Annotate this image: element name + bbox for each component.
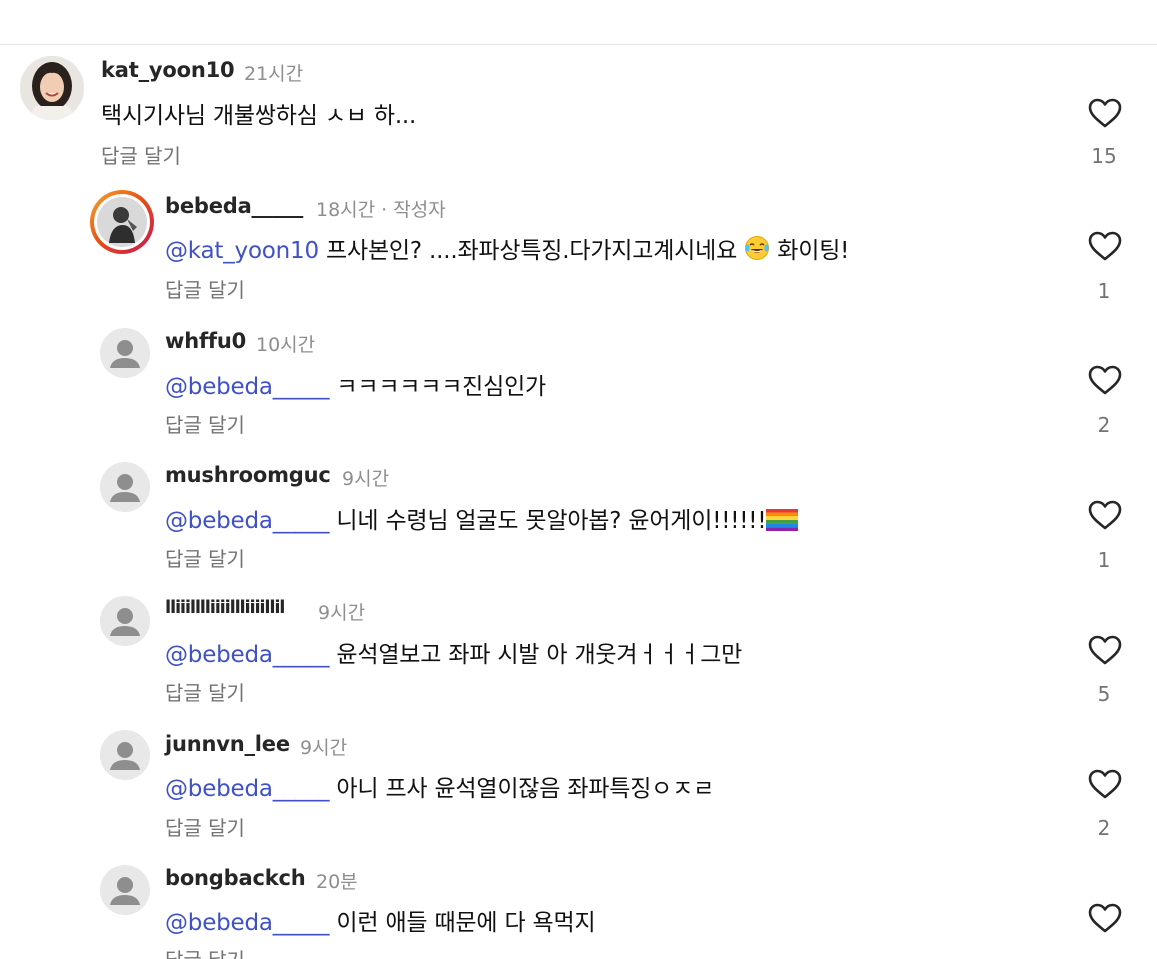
heart-icon[interactable] (1088, 500, 1122, 530)
mention-link[interactable]: @bebeda_____ (165, 910, 329, 936)
avatar[interactable] (100, 462, 150, 512)
heart-icon[interactable] (1088, 769, 1122, 799)
comment-text-part: 이런 애들 때문에 다 욕먹지 (329, 910, 596, 936)
mention-link[interactable]: @kat_yoon10 (165, 238, 319, 264)
default-avatar-icon (100, 730, 150, 780)
reply-item: mushroomguc 9시간 @bebeda_____ 니네 수령님 얼굴도 … (0, 459, 1157, 579)
comment-username[interactable]: lliiilllliiiillliiiillil (165, 597, 285, 618)
comment-time: 18시간 (316, 199, 376, 221)
avatar[interactable] (100, 730, 150, 780)
comment-text: 택시기사님 개불쌍하심 ㅅㅂ 하... (101, 103, 417, 129)
comment-item: kat_yoon10 21시간 택시기사님 개불쌍하심 ㅅㅂ 하... 답글 달… (0, 56, 1157, 176)
avatar[interactable] (100, 596, 150, 646)
comment-text: @bebeda_____ 이런 애들 때문에 다 욕먹지 (165, 903, 596, 937)
top-divider (0, 44, 1157, 45)
heart-icon[interactable] (1088, 635, 1122, 665)
comment-text-part: 윤석열보고 좌파 시발 아 개웃겨ㅓㅓㅓ그만 (329, 642, 743, 668)
comment-text: @bebeda_____ ㅋㅋㅋㅋㅋㅋ진심인가 (165, 367, 546, 401)
avatar[interactable] (100, 865, 150, 915)
like-count: 2 (1097, 816, 1111, 840)
reply-button[interactable]: 답글 달기 (101, 140, 181, 169)
comment-text-part: 아니 프사 윤석열이잖음 좌파특징ㅇㅈㄹ (329, 776, 715, 802)
avatar[interactable] (20, 56, 84, 120)
heart-icon[interactable] (1088, 365, 1122, 395)
avatar[interactable] (100, 328, 150, 378)
reply-button[interactable]: 답글 달기 (165, 543, 245, 572)
rainbow-flag-emoji (766, 509, 799, 537)
reply-item: bongbackch 20분 @bebeda_____ 이런 애들 때문에 다 … (0, 862, 1157, 959)
comment-text: @bebeda_____ 윤석열보고 좌파 시발 아 개웃겨ㅓㅓㅓ그만 (165, 635, 742, 669)
default-avatar-icon (100, 596, 150, 646)
default-avatar-icon (100, 328, 150, 378)
comment-username[interactable]: mushroomguc (165, 463, 331, 487)
comment-time: 9시간 (318, 602, 366, 624)
comment-text: @bebeda_____ 아니 프사 윤석열이잖음 좌파특징ㅇㅈㄹ (165, 769, 714, 803)
reply-button[interactable]: 답글 달기 (165, 944, 245, 959)
comment-username[interactable]: junnvn_lee (165, 732, 290, 756)
comment-time: 9시간 (300, 737, 348, 759)
comment-username[interactable]: bongbackch (165, 866, 306, 890)
tears-of-joy-emoji (744, 235, 770, 267)
heart-icon[interactable] (1088, 231, 1122, 261)
reply-button[interactable]: 답글 달기 (165, 677, 245, 706)
comment-username[interactable]: bebeda_____ (165, 194, 303, 218)
comment-time-and-author: 18시간 · 작성자 (316, 195, 446, 222)
comment-username[interactable]: whffu0 (165, 329, 246, 353)
comment-time: 9시간 (342, 468, 390, 490)
comment-time: 10시간 (256, 334, 316, 356)
comment-text-part: ㅋㅋㅋㅋㅋㅋ진심인가 (329, 374, 547, 400)
reply-item: lliiilllliiiillliiiillil 9시간 @bebeda____… (0, 593, 1157, 713)
comment-time: 20분 (316, 871, 358, 893)
like-count: 15 (1091, 144, 1117, 168)
reply-button[interactable]: 답글 달기 (165, 274, 245, 303)
mention-link[interactable]: @bebeda_____ (165, 642, 329, 668)
comment-text-end: 화이팅! (770, 238, 850, 264)
like-count: 5 (1097, 682, 1111, 706)
like-count: 1 (1097, 548, 1111, 572)
reply-button[interactable]: 답글 달기 (165, 812, 245, 841)
mention-link[interactable]: @bebeda_____ (165, 776, 329, 802)
like-count: 1 (1097, 279, 1111, 303)
reply-item: whffu0 10시간 @bebeda_____ ㅋㅋㅋㅋㅋㅋ진심인가 답글 달… (0, 325, 1157, 445)
comment-text-part: 프사본인? ....좌파상특징.다가지고계시네요 (318, 238, 738, 264)
heart-icon[interactable] (1088, 903, 1122, 933)
reply-button[interactable]: 답글 달기 (165, 409, 245, 438)
comment-text: @bebeda_____ 니네 수령님 얼굴도 못알아봅? 윤어게이!!!!!! (165, 501, 799, 537)
comment-text-part: 니네 수령님 얼굴도 못알아봅? 윤어게이!!!!!! (329, 508, 767, 534)
reply-item: junnvn_lee 9시간 @bebeda_____ 아니 프사 윤석열이잖음… (0, 728, 1157, 848)
comments-page: kat_yoon10 21시간 택시기사님 개불쌍하심 ㅅㅂ 하... 답글 달… (0, 0, 1157, 959)
default-avatar-icon (100, 865, 150, 915)
comment-time: 21시간 (244, 63, 304, 85)
comment-username[interactable]: kat_yoon10 (101, 58, 235, 82)
default-avatar-icon (100, 462, 150, 512)
author-tag: · 작성자 (375, 199, 446, 221)
like-count: 2 (1097, 413, 1111, 437)
heart-icon[interactable] (1088, 98, 1122, 128)
reply-item: bebeda_____ 18시간 · 작성자 @kat_yoon10 프사본인?… (0, 188, 1157, 308)
comment-text: @kat_yoon10 프사본인? ....좌파상특징.다가지고계시네요 화이팅… (165, 231, 849, 267)
avatar[interactable] (90, 190, 154, 254)
mention-link[interactable]: @bebeda_____ (165, 508, 329, 534)
mention-link[interactable]: @bebeda_____ (165, 374, 329, 400)
